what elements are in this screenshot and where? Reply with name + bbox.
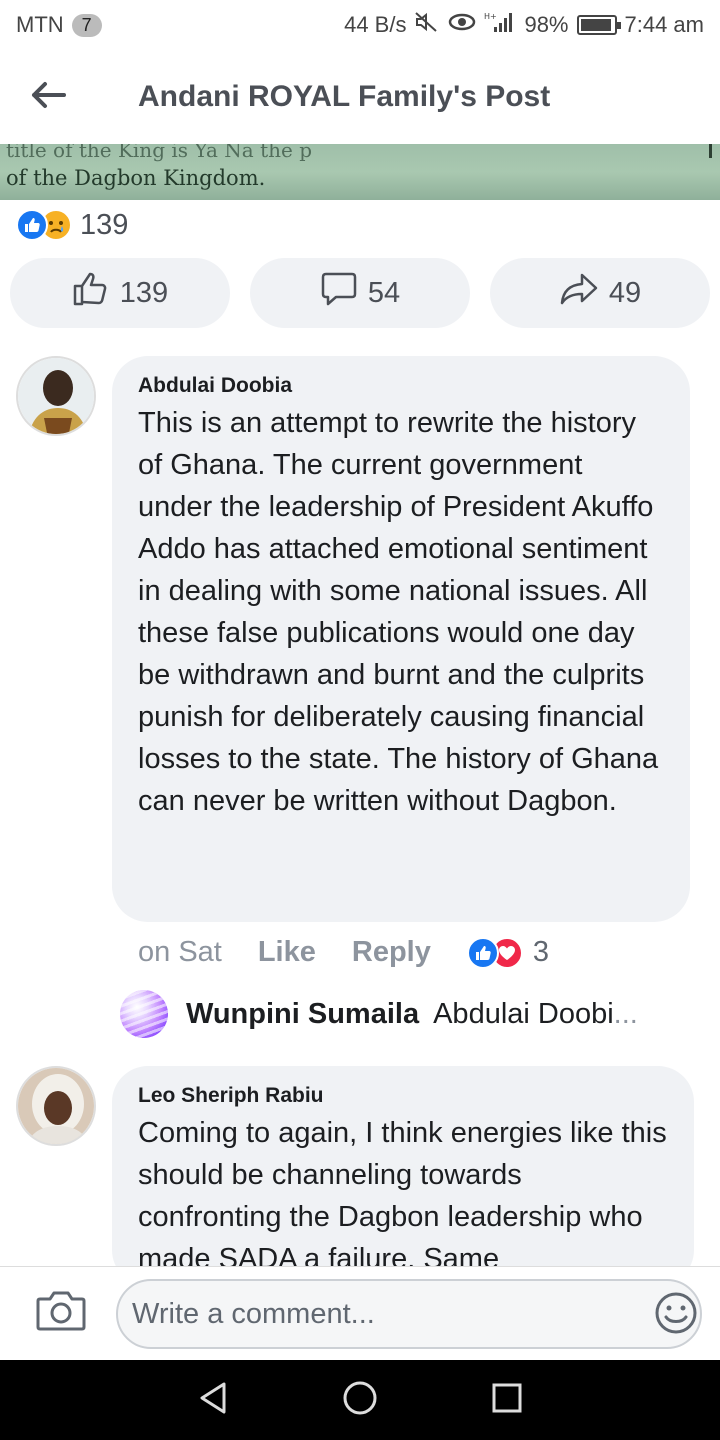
post-image[interactable]: title of the King is Ya Na the p of the … [0, 144, 720, 200]
avatar [120, 990, 168, 1038]
recents-nav-button[interactable] [477, 1370, 537, 1430]
svg-text:H+: H+ [484, 12, 497, 21]
reaction-summary[interactable]: 139 [16, 206, 128, 244]
square-recents-icon [491, 1382, 523, 1419]
like-reaction-icon [16, 209, 48, 241]
comment-like-button[interactable]: Like [258, 936, 316, 969]
image-mark [709, 144, 712, 158]
status-left: MTN 7 [16, 12, 102, 38]
like-button[interactable]: 139 [10, 258, 230, 328]
avatar[interactable] [16, 1066, 96, 1146]
comment-author[interactable]: Abdulai Doobia [138, 374, 664, 398]
thumbs-up-icon [72, 271, 110, 315]
camera-icon [36, 1291, 86, 1337]
comment-bubble: Abdulai Doobia This is an attempt to rew… [112, 356, 690, 922]
page-title: Andani ROYAL Family's Post [138, 80, 551, 113]
back-button[interactable] [0, 50, 96, 144]
share-count: 49 [608, 276, 642, 309]
mute-icon [414, 11, 440, 39]
reply-ellipsis: ... [613, 997, 638, 1030]
eye-icon [448, 12, 476, 38]
like-reaction-icon [466, 936, 499, 969]
reply-preview[interactable]: Wunpini Sumaila Abdulai Doobi ... [120, 990, 638, 1038]
net-speed: 44 B/s [344, 12, 407, 37]
comment-author[interactable]: Leo Sheriph Rabiu [138, 1084, 668, 1108]
action-bar: 139 54 49 [10, 258, 710, 328]
back-nav-button[interactable] [183, 1370, 243, 1430]
header: Andani ROYAL Family's Post [0, 50, 720, 144]
comment-composer: Write a comment... [0, 1266, 720, 1360]
triangle-back-icon [196, 1381, 230, 1420]
battery-icon [576, 15, 621, 35]
home-nav-button[interactable] [330, 1370, 390, 1430]
comment-bubble-icon [320, 271, 358, 315]
status-bar: MTN 7 44 B/s H+ 98% 7:44 am [0, 0, 720, 50]
comment-meta: on Sat Like Reply 3 [138, 936, 549, 969]
comment-text: This is an attempt to rewrite the histor… [138, 407, 659, 817]
comment-reply-button[interactable]: Reply [352, 936, 431, 969]
reply-text: Abdulai Doobi [433, 997, 614, 1030]
clock: 7:44 am [624, 12, 705, 37]
comment-input-placeholder: Write a comment... [132, 1297, 375, 1330]
comment-bubble: Leo Sheriph Rabiu Coming to again, I thi… [112, 1066, 694, 1286]
comment-text: Coming to again, I think energies like t… [138, 1117, 667, 1275]
share-arrow-icon [559, 272, 599, 314]
status-right: 44 B/s H+ 98% 7:44 am [344, 11, 704, 39]
reaction-count: 139 [80, 208, 129, 241]
share-button[interactable]: 49 [490, 258, 710, 328]
comment-button[interactable]: 54 [250, 258, 470, 328]
arrow-left-icon [30, 81, 66, 114]
post-image-text-line1: title of the King is Ya Na the p [6, 144, 312, 162]
emoji-button[interactable] [654, 1291, 698, 1335]
comment-input[interactable]: Write a comment... [116, 1279, 702, 1349]
post-image-text-line2: of the Dagbon Kingdom. [6, 166, 266, 190]
comment-reaction-count: 3 [532, 936, 549, 968]
comment-count: 54 [367, 276, 401, 309]
camera-button[interactable] [36, 1289, 86, 1335]
carrier-badge: 7 [71, 13, 102, 37]
signal-icon: H+ [484, 11, 516, 39]
reply-author: Wunpini Sumaila [186, 997, 420, 1030]
system-nav-bar [0, 1360, 720, 1440]
circle-home-icon [342, 1380, 378, 1421]
smiley-icon [654, 1292, 698, 1339]
comment-reactions[interactable]: 3 [466, 936, 549, 969]
like-count: 139 [119, 276, 169, 309]
avatar[interactable] [16, 356, 96, 436]
comment-time[interactable]: on Sat [138, 936, 222, 969]
battery-percent: 98% [524, 12, 569, 37]
carrier-name: MTN [16, 12, 64, 37]
